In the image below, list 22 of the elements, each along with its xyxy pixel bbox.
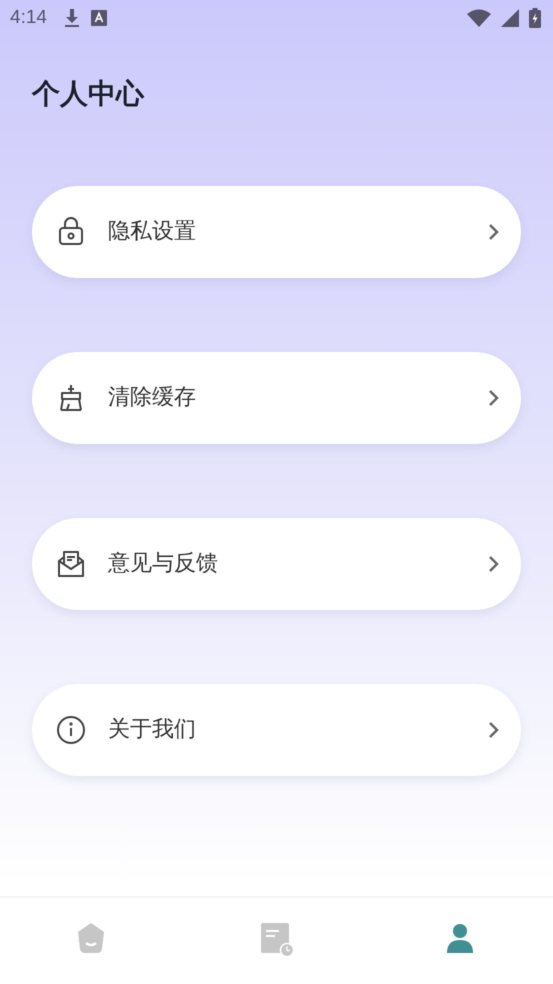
lock-icon	[56, 216, 86, 248]
page-title: 个人中心	[32, 76, 144, 112]
menu-item[interactable]: 关于我们	[32, 684, 521, 776]
menu-item[interactable]: 隐私设置	[32, 186, 521, 278]
font-icon	[90, 10, 107, 26]
signal-icon	[501, 9, 519, 27]
menu-label: 清除缓存	[108, 384, 196, 412]
download-icon	[62, 8, 81, 28]
menu-item[interactable]: 清除缓存	[32, 352, 521, 444]
chevron-icon	[487, 554, 501, 574]
chevron-icon	[487, 222, 501, 242]
menu-item[interactable]: 意见与反馈	[32, 518, 521, 610]
chevron-icon	[487, 720, 501, 740]
envelope-icon	[56, 548, 86, 580]
wifi-icon	[467, 9, 491, 27]
battery-icon	[529, 8, 541, 28]
info-icon	[56, 714, 86, 746]
menu-label: 隐私设置	[108, 218, 196, 246]
status-time: 4:14	[10, 7, 47, 29]
menu-label: 关于我们	[108, 716, 196, 744]
menu-label: 意见与反馈	[108, 550, 218, 578]
chevron-icon	[487, 388, 501, 408]
